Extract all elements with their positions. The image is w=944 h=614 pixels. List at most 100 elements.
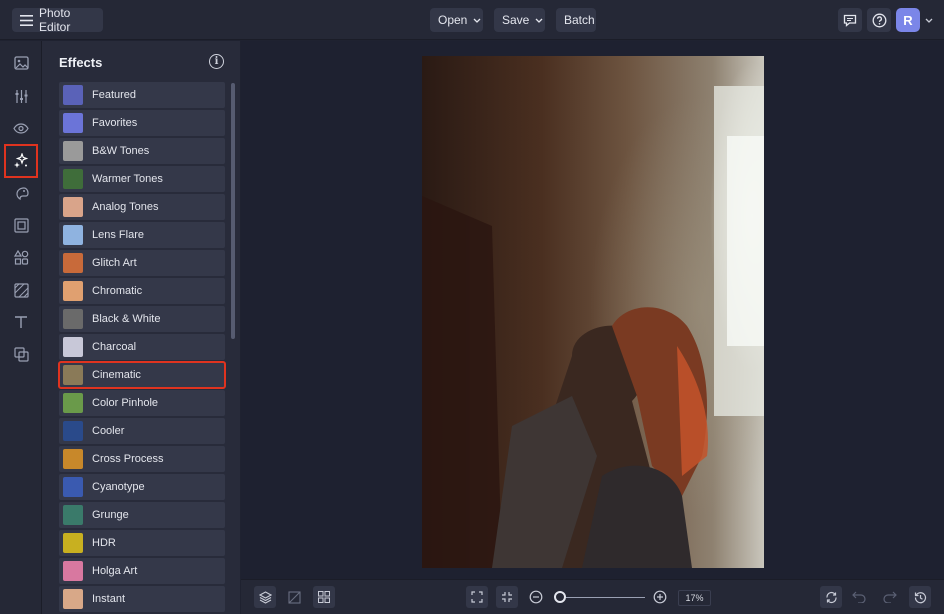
- effect-item[interactable]: Lens Flare: [59, 222, 225, 248]
- effect-label: Grunge: [92, 509, 129, 521]
- effects-list: Featured Favorites B&W Tones Warmer Tones An…: [58, 82, 226, 614]
- effect-item[interactable]: B&W Tones: [59, 138, 225, 164]
- overlay-icon[interactable]: [5, 340, 37, 368]
- effect-item[interactable]: Cyanotype: [59, 474, 225, 500]
- scrollbar[interactable]: [231, 83, 235, 339]
- effect-item[interactable]: Favorites: [59, 110, 225, 136]
- effect-thumbnail: [63, 113, 83, 133]
- compare-icon: [287, 590, 301, 604]
- layers-button[interactable]: [254, 586, 276, 608]
- chevron-down-icon[interactable]: [925, 18, 933, 23]
- effect-thumbnail: [63, 253, 83, 273]
- open-button[interactable]: Open: [430, 8, 483, 32]
- zoom-slider-handle[interactable]: [554, 591, 566, 603]
- redo-icon[interactable]: [882, 591, 897, 603]
- effect-thumbnail: [63, 561, 83, 581]
- effect-item[interactable]: Cross Process: [59, 446, 225, 472]
- effect-thumbnail: [63, 85, 83, 105]
- effect-label: Analog Tones: [92, 201, 159, 213]
- help-button[interactable]: [867, 8, 891, 32]
- zoom-value[interactable]: 17%: [678, 590, 711, 606]
- effect-label: Chromatic: [92, 285, 143, 297]
- effect-thumbnail: [63, 449, 83, 469]
- feedback-button[interactable]: [838, 8, 862, 32]
- save-label: Save: [502, 13, 530, 27]
- app-title: Photo Editor: [39, 6, 71, 34]
- effect-thumbnail: [63, 365, 83, 385]
- actual-size-button[interactable]: [496, 586, 518, 608]
- effect-label: Cross Process: [92, 453, 164, 465]
- effect-thumbnail: [63, 533, 83, 553]
- chevron-down-icon: [535, 18, 543, 23]
- effects-sparkle-icon[interactable]: [4, 144, 38, 178]
- avatar[interactable]: R: [896, 8, 920, 32]
- effect-item[interactable]: Cinematic: [58, 361, 226, 389]
- hamburger-icon: [20, 14, 33, 26]
- batch-label: Batch: [564, 13, 595, 27]
- save-button[interactable]: Save: [494, 8, 545, 32]
- effect-label: Cooler: [92, 425, 125, 437]
- expand-icon: [471, 591, 483, 603]
- rotate-button[interactable]: [820, 586, 842, 608]
- graphics-icon[interactable]: [5, 243, 37, 271]
- texture-icon[interactable]: [5, 276, 37, 304]
- effect-label: Charcoal: [92, 341, 137, 353]
- effect-label: B&W Tones: [92, 145, 150, 157]
- effect-thumbnail: [63, 141, 83, 161]
- effect-item[interactable]: HDR: [59, 530, 225, 556]
- grid-view-button[interactable]: [313, 586, 335, 608]
- effect-label: Glitch Art: [92, 257, 137, 269]
- effect-thumbnail: [63, 393, 83, 413]
- tool-rail: [0, 41, 42, 614]
- menu-button[interactable]: Photo Editor: [12, 6, 103, 34]
- effect-item[interactable]: Analog Tones: [59, 194, 225, 220]
- effect-item[interactable]: Grunge: [59, 502, 225, 528]
- zoom-slider-track[interactable]: [562, 597, 645, 598]
- image-icon[interactable]: [5, 49, 37, 77]
- adjust-sliders-icon[interactable]: [5, 82, 37, 110]
- bottom-toolbar: 17%: [241, 579, 944, 614]
- effect-label: HDR: [92, 537, 116, 549]
- effect-item[interactable]: Cooler: [59, 418, 225, 444]
- layers-icon: [258, 590, 272, 604]
- effect-thumbnail: [63, 309, 83, 329]
- compare-button[interactable]: [283, 586, 305, 608]
- help-icon: [872, 13, 887, 28]
- effect-thumbnail: [63, 197, 83, 217]
- open-label: Open: [438, 13, 468, 27]
- effect-thumbnail: [63, 421, 83, 441]
- history-icon: [914, 591, 927, 604]
- effect-item[interactable]: Holga Art: [59, 558, 225, 584]
- effect-thumbnail: [63, 169, 83, 189]
- effect-thumbnail: [63, 281, 83, 301]
- effect-item[interactable]: Warmer Tones: [59, 166, 225, 192]
- effect-item[interactable]: Featured: [59, 82, 225, 108]
- effect-thumbnail: [63, 505, 83, 525]
- effect-thumbnail: [63, 225, 83, 245]
- effect-label: Favorites: [92, 117, 138, 129]
- effect-item[interactable]: Color Pinhole: [59, 390, 225, 416]
- text-icon[interactable]: [5, 308, 37, 336]
- effect-item[interactable]: Charcoal: [59, 334, 225, 360]
- effect-label: Warmer Tones: [92, 173, 163, 185]
- top-bar: Photo Editor Open Save Batch R: [0, 0, 944, 40]
- effect-label: Holga Art: [92, 565, 138, 577]
- chevron-down-icon: [473, 18, 481, 23]
- photo-canvas[interactable]: [422, 56, 764, 568]
- touch-up-icon[interactable]: [5, 179, 37, 207]
- info-icon[interactable]: i: [209, 54, 224, 69]
- zoom-out-icon[interactable]: [529, 590, 543, 604]
- effect-item[interactable]: Instant: [59, 586, 225, 612]
- undo-icon[interactable]: [852, 591, 867, 603]
- batch-button[interactable]: Batch: [556, 8, 596, 32]
- effect-item[interactable]: Chromatic: [59, 278, 225, 304]
- eye-icon[interactable]: [5, 114, 37, 142]
- effect-item[interactable]: Black & White: [59, 306, 225, 332]
- effect-label: Lens Flare: [92, 229, 144, 241]
- history-button[interactable]: [909, 586, 931, 608]
- fit-screen-button[interactable]: [466, 586, 488, 608]
- effect-item[interactable]: Glitch Art: [59, 250, 225, 276]
- frame-icon[interactable]: [5, 211, 37, 239]
- zoom-in-icon[interactable]: [653, 590, 667, 604]
- effect-thumbnail: [63, 589, 83, 609]
